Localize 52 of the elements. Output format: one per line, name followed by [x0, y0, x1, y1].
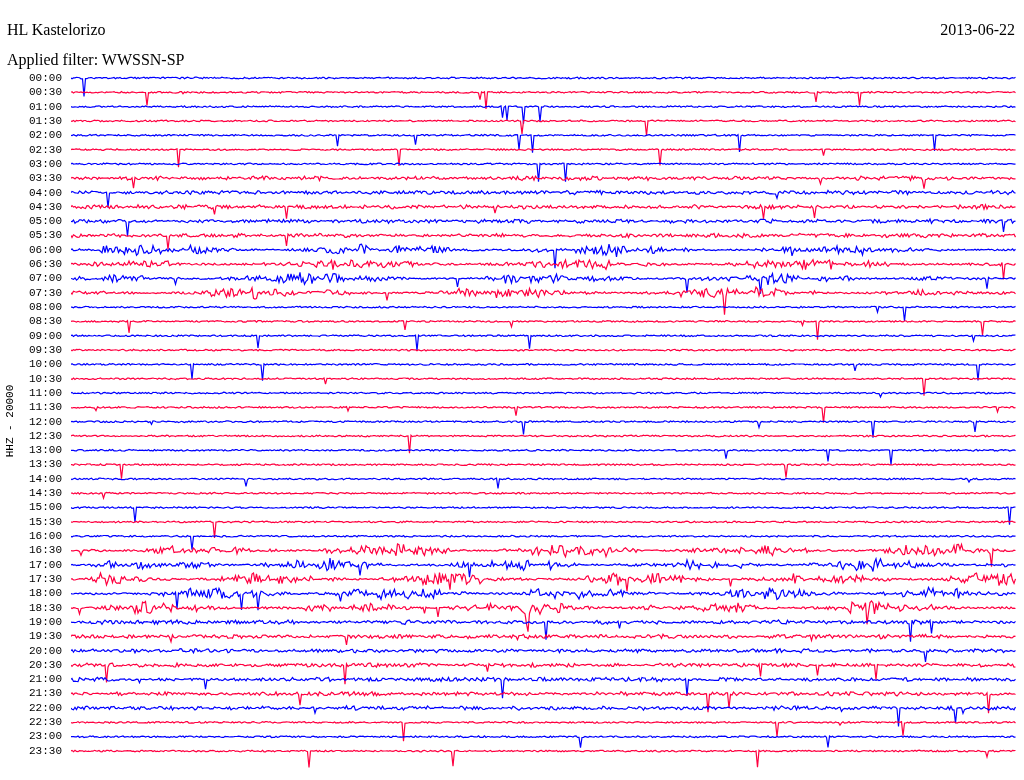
time-label: 13:30 [28, 457, 62, 472]
time-label: 22:00 [28, 700, 62, 716]
time-label: 00:30 [28, 85, 62, 100]
time-label: 16:30 [28, 543, 62, 558]
time-label: 11:30 [28, 400, 62, 415]
time-label: 02:30 [28, 142, 62, 157]
axis-label: HHZ - 20000 [4, 384, 16, 458]
date-label: 2013-06-22 [940, 20, 1015, 40]
time-label: 21:00 [28, 672, 62, 687]
time-label: 14:30 [28, 486, 62, 501]
time-label: 16:00 [28, 529, 62, 544]
time-label: 10:30 [28, 371, 62, 386]
station-title: HL Kastelorizo [7, 20, 106, 40]
time-label: 03:00 [28, 156, 62, 172]
time-label: 21:30 [28, 686, 62, 701]
time-label: 06:30 [28, 257, 62, 272]
filter-label: Applied filter: WWSSN-SP [6, 50, 186, 70]
time-label: 13:00 [28, 443, 62, 458]
time-label: 04:30 [28, 199, 62, 215]
time-label: 08:00 [28, 300, 62, 315]
time-label: 19:00 [28, 614, 62, 630]
time-label: 15:30 [28, 514, 62, 529]
time-label: 02:00 [28, 128, 62, 143]
time-label: 14:00 [28, 471, 62, 487]
time-label: 04:00 [28, 185, 62, 200]
time-label: 03:30 [28, 171, 62, 186]
time-label: 12:00 [28, 414, 62, 429]
time-label: 19:30 [28, 629, 62, 644]
time-label: 05:00 [28, 214, 62, 229]
time-label: 22:30 [28, 715, 62, 730]
time-label: 23:00 [28, 729, 62, 744]
time-label: 07:00 [28, 271, 62, 286]
time-label: 06:00 [28, 242, 62, 258]
time-label: 18:30 [28, 600, 62, 615]
time-label: 10:00 [28, 357, 62, 372]
time-label: 18:00 [28, 586, 62, 601]
time-label: 20:00 [28, 643, 62, 658]
time-label: 20:30 [28, 657, 62, 673]
time-label: 09:30 [28, 342, 62, 358]
time-label: 05:30 [28, 228, 62, 243]
time-label: 12:30 [28, 428, 62, 444]
time-label: 15:00 [28, 500, 62, 515]
time-label: 01:30 [28, 113, 62, 129]
time-label: 23:30 [28, 743, 62, 758]
time-label: 11:00 [28, 385, 62, 401]
time-label: 17:00 [28, 557, 62, 572]
time-label: 08:30 [28, 314, 62, 329]
time-label: 07:30 [28, 285, 62, 300]
time-label: 01:00 [28, 99, 62, 114]
time-label: 17:30 [28, 571, 62, 587]
time-label: 09:00 [28, 328, 62, 343]
time-label: 00:00 [28, 71, 62, 86]
